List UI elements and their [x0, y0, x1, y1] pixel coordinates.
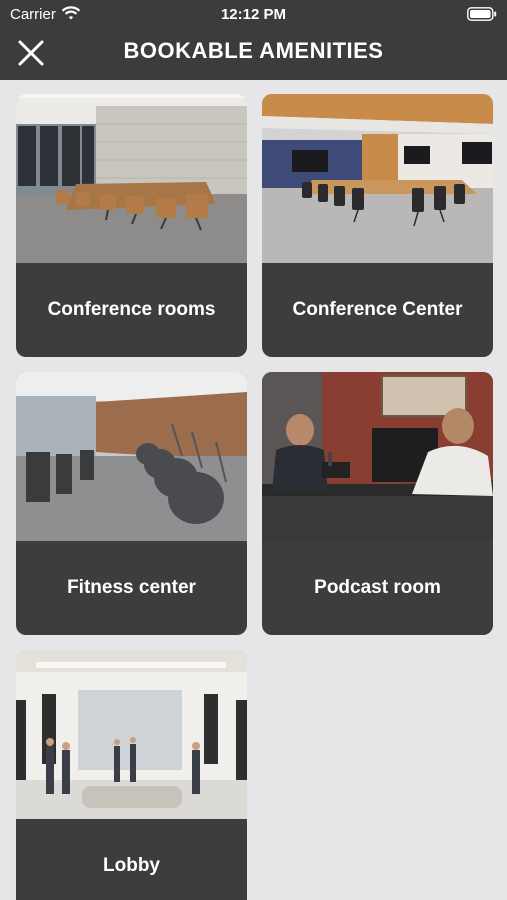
conference-room-photo	[16, 94, 247, 263]
clock: 12:12 PM	[220, 6, 287, 23]
lobby-photo	[16, 650, 247, 819]
fitness-center-photo	[16, 372, 247, 541]
amenity-label: Podcast room	[314, 577, 441, 598]
app-header: Carrier 12:12 PM BOOKABLE AMENITIES	[0, 0, 507, 80]
amenity-label: Conference rooms	[47, 299, 216, 320]
amenity-card-conference-rooms[interactable]: Conference rooms	[16, 94, 247, 357]
amenity-label: Lobby	[103, 855, 160, 876]
amenity-card-conference-center[interactable]: Conference Center	[262, 94, 493, 357]
amenity-label: Fitness center	[67, 577, 196, 598]
nav-bar: BOOKABLE AMENITIES	[0, 28, 507, 80]
amenity-card-fitness-center[interactable]: Fitness center	[16, 372, 247, 635]
amenity-card-lobby[interactable]: Lobby	[16, 650, 247, 900]
podcast-room-photo	[262, 372, 493, 541]
battery-icon	[467, 7, 497, 21]
status-bar: Carrier 12:12 PM	[0, 0, 507, 28]
page-title: BOOKABLE AMENITIES	[123, 38, 384, 63]
amenity-card-podcast-room[interactable]: Podcast room	[262, 372, 493, 635]
amenity-label: Conference Center	[292, 299, 463, 320]
conference-center-photo	[262, 94, 493, 263]
